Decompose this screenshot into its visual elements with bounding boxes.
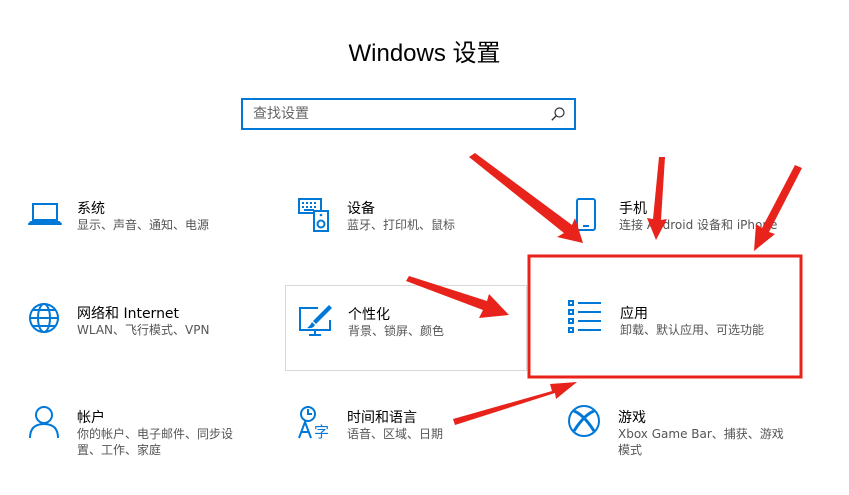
tile-name: 帐户 bbox=[77, 410, 105, 426]
page-title: Windows 设置 bbox=[348, 40, 501, 67]
tile-description: 连接 Android 设备和 iPhone bbox=[619, 218, 778, 232]
tile-description: 显示、声音、通知、电源 bbox=[77, 218, 210, 232]
tile-description: WLAN、飞行模式、VPN bbox=[77, 323, 210, 337]
laptop-icon bbox=[28, 203, 62, 225]
paint-monitor-icon bbox=[299, 305, 332, 336]
tile-name: 手机 bbox=[619, 201, 647, 217]
svg-text:字: 字 bbox=[314, 423, 329, 439]
tile-time-language[interactable]: 字 时间和语言 语音、区域、日期 bbox=[298, 405, 538, 495]
search-icon[interactable] bbox=[550, 106, 566, 122]
person-icon bbox=[29, 406, 59, 439]
tile-apps[interactable]: 应用 卸载、默认应用、可选功能 bbox=[568, 300, 808, 390]
tile-description: Xbox Game Bar、捕获、游戏 bbox=[618, 427, 784, 441]
tile-phone[interactable]: 手机 连接 Android 设备和 iPhone bbox=[570, 198, 810, 288]
language-icon: 字 bbox=[298, 406, 329, 439]
phone-icon bbox=[576, 198, 596, 231]
keyboard-speaker-icon bbox=[298, 198, 329, 232]
search-input[interactable] bbox=[253, 100, 543, 128]
tile-accounts[interactable]: 帐户 你的帐户、电子邮件、同步设 置、工作、家庭 bbox=[28, 405, 268, 495]
apps-list-icon bbox=[568, 300, 601, 333]
globe-icon bbox=[29, 303, 59, 333]
search-box[interactable] bbox=[241, 98, 576, 130]
xbox-icon bbox=[568, 405, 600, 437]
tile-description-line2: 置、工作、家庭 bbox=[77, 443, 162, 457]
tile-name: 游戏 bbox=[618, 410, 646, 426]
tile-name: 设备 bbox=[347, 201, 375, 217]
tile-name: 应用 bbox=[620, 306, 648, 322]
tile-gaming[interactable]: 游戏 Xbox Game Bar、捕获、游戏 模式 bbox=[568, 405, 808, 495]
tile-personalization[interactable]: 个性化 背景、锁屏、颜色 bbox=[285, 285, 527, 371]
tile-description: 蓝牙、打印机、鼠标 bbox=[347, 218, 456, 232]
tile-name: 时间和语言 bbox=[347, 410, 417, 426]
tile-network[interactable]: 网络和 Internet WLAN、飞行模式、VPN bbox=[28, 303, 268, 393]
tile-name: 系统 bbox=[77, 201, 105, 217]
tile-name: 网络和 Internet bbox=[77, 306, 180, 322]
tile-devices[interactable]: 设备 蓝牙、打印机、鼠标 bbox=[298, 198, 538, 288]
tile-description: 语音、区域、日期 bbox=[347, 427, 444, 441]
tile-name: 个性化 bbox=[348, 307, 390, 323]
tile-description: 你的帐户、电子邮件、同步设 bbox=[77, 427, 234, 441]
tile-description: 卸载、默认应用、可选功能 bbox=[620, 323, 765, 337]
tile-system[interactable]: 系统 显示、声音、通知、电源 bbox=[28, 198, 268, 288]
tile-description: 背景、锁屏、颜色 bbox=[348, 324, 445, 338]
tile-description-line2: 模式 bbox=[618, 443, 643, 457]
